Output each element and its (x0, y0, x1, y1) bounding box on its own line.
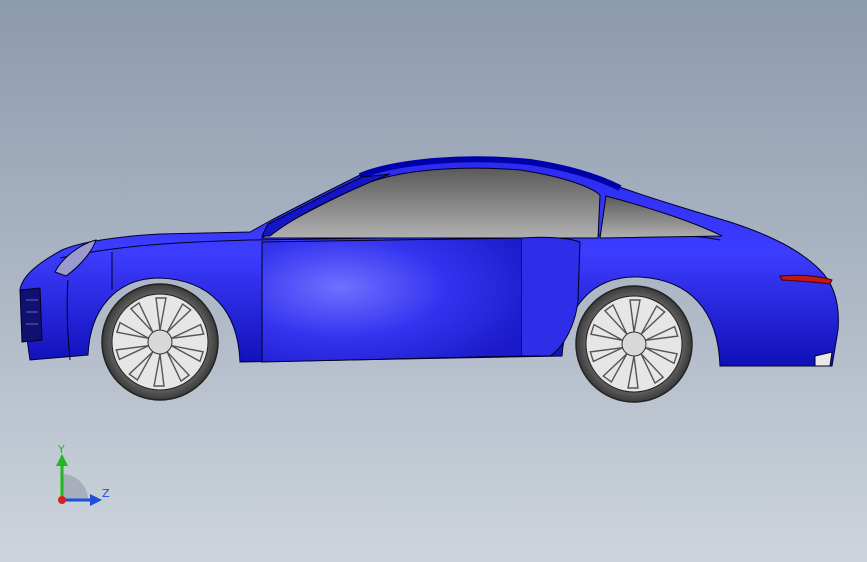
front-wheel[interactable] (101, 283, 219, 401)
view-orientation-triad[interactable]: Y Z (40, 440, 130, 520)
car-model-view[interactable] (0, 0, 867, 562)
z-axis-label: Z (102, 487, 110, 500)
front-grille (19, 287, 43, 343)
triad-axes (56, 454, 102, 506)
door-panel (261, 237, 523, 363)
x-axis-origin (58, 496, 66, 504)
rear-wheel[interactable] (575, 285, 693, 403)
graphics-viewport[interactable]: Y Z (0, 0, 867, 562)
y-axis-label: Y (58, 443, 65, 456)
